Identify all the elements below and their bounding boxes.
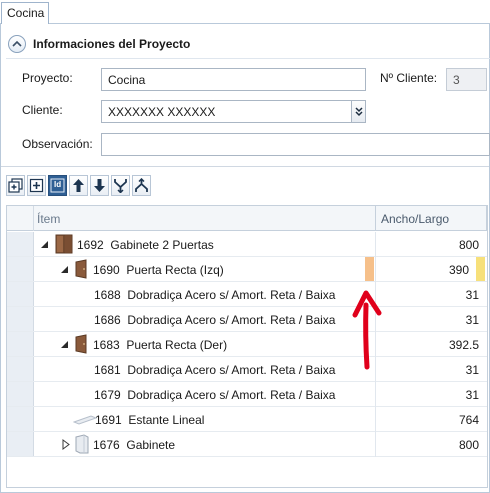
merge-icon bbox=[114, 179, 127, 193]
cell-divider bbox=[375, 407, 376, 432]
cell-divider bbox=[375, 257, 376, 282]
table-row[interactable]: 1690 Puerta Recta (Izq) 390 bbox=[7, 257, 487, 282]
row-size-value: 31 bbox=[465, 388, 479, 402]
cell-divider bbox=[375, 432, 376, 457]
merge-button[interactable] bbox=[111, 175, 130, 196]
split-button[interactable] bbox=[132, 175, 151, 196]
arrow-up-icon bbox=[73, 179, 84, 192]
row-selector-cell[interactable] bbox=[7, 432, 34, 456]
collapse-row-icon[interactable] bbox=[61, 266, 68, 273]
table-row[interactable]: 1681 Dobradiça Acero s/ Amort. Reta / Ba… bbox=[7, 357, 487, 382]
row-selector-cell[interactable] bbox=[7, 232, 34, 256]
toolbar-divider bbox=[1, 166, 489, 167]
proyecto-field[interactable]: Cocina bbox=[101, 68, 366, 91]
id-toolbar-label: Id bbox=[54, 180, 62, 189]
row-size-value: 764 bbox=[458, 413, 479, 427]
column-separator[interactable] bbox=[486, 206, 487, 231]
table-row[interactable]: 1688 Dobradiça Acero s/ Amort. Reta / Ba… bbox=[7, 282, 487, 307]
chevron-up-icon bbox=[12, 40, 22, 47]
row-selector-cell[interactable] bbox=[7, 407, 34, 431]
grid-header: Ítem Ancho/Largo bbox=[7, 206, 487, 231]
table-row[interactable]: 1692 Gabinete 2 Puertas 800 bbox=[7, 232, 487, 257]
expand-all-button[interactable] bbox=[6, 175, 25, 196]
row-selector-cell[interactable] bbox=[7, 332, 34, 356]
column-header-size[interactable]: Ancho/Largo bbox=[381, 212, 449, 226]
collapse-row-icon[interactable] bbox=[41, 241, 48, 248]
column-separator[interactable] bbox=[375, 206, 376, 231]
tree-toolbar bbox=[6, 175, 151, 197]
row-size-value: 390 bbox=[448, 263, 469, 277]
row-label: 1683 Puerta Recta (Der) bbox=[93, 338, 228, 352]
row-selector-cell[interactable] bbox=[7, 357, 34, 381]
door-icon bbox=[75, 334, 89, 357]
cabinet-icon bbox=[75, 434, 89, 457]
section-title: Informaciones del Proyecto bbox=[33, 37, 191, 51]
observacion-label: Observación: bbox=[22, 137, 93, 151]
add-button[interactable] bbox=[27, 175, 46, 196]
arrow-down-icon bbox=[94, 179, 105, 192]
header-selector-cell bbox=[7, 206, 34, 231]
row-size-value: 31 bbox=[465, 313, 479, 327]
split-icon bbox=[135, 178, 148, 192]
row-label: 1676 Gabinete bbox=[93, 438, 176, 452]
tab-strip: Cocina bbox=[0, 0, 490, 24]
row-size-value: 800 bbox=[458, 438, 479, 452]
n-cliente-label: Nº Cliente: bbox=[380, 71, 438, 85]
orange-status-marker bbox=[365, 257, 374, 281]
cliente-dropdown[interactable]: XXXXXXX XXXXXX bbox=[101, 100, 366, 123]
add-icon bbox=[29, 178, 44, 193]
table-row[interactable]: 1683 Puerta Recta (Der) 392.5 bbox=[7, 332, 487, 357]
table-row[interactable]: 1691 Estante Lineal 764 bbox=[7, 407, 487, 432]
table-row[interactable]: 1679 Dobradiça Acero s/ Amort. Reta / Ba… bbox=[7, 382, 487, 407]
chevron-double-down-icon bbox=[354, 106, 363, 116]
expand-row-icon[interactable] bbox=[62, 439, 70, 450]
row-label: 1688 Dobradiça Acero s/ Amort. Reta / Ba… bbox=[94, 288, 336, 302]
collapse-section-button[interactable] bbox=[8, 35, 26, 53]
section-divider bbox=[6, 58, 490, 59]
cliente-dropdown-button[interactable] bbox=[351, 101, 365, 122]
column-header-item[interactable]: Ítem bbox=[37, 212, 60, 226]
tab-cocina[interactable]: Cocina bbox=[1, 2, 49, 24]
row-selector-cell[interactable] bbox=[7, 307, 34, 331]
shelf-icon bbox=[72, 414, 98, 429]
table-row[interactable]: 1676 Gabinete 800 bbox=[7, 432, 487, 457]
tab-label: Cocina bbox=[7, 6, 45, 20]
n-cliente-field: 3 bbox=[446, 68, 487, 91]
door-icon bbox=[75, 259, 89, 282]
table-row[interactable]: 1686 Dobradiça Acero s/ Amort. Reta / Ba… bbox=[7, 307, 487, 332]
proyecto-label: Proyecto: bbox=[22, 71, 73, 85]
row-size-value: 800 bbox=[458, 238, 479, 252]
row-label: 1692 Gabinete 2 Puertas bbox=[77, 238, 214, 252]
row-selector-cell[interactable] bbox=[7, 257, 34, 281]
move-up-button[interactable] bbox=[69, 175, 88, 196]
row-label: 1690 Puerta Recta (Izq) bbox=[93, 263, 224, 277]
section-header: Informaciones del Proyecto bbox=[8, 34, 190, 54]
row-label: 1681 Dobradiça Acero s/ Amort. Reta / Ba… bbox=[94, 363, 336, 377]
row-label: 1679 Dobradiça Acero s/ Amort. Reta / Ba… bbox=[94, 388, 336, 402]
item-tree-grid: Ítem Ancho/Largo 1692 Gabinete 2 Puertas… bbox=[6, 205, 488, 488]
move-down-button[interactable] bbox=[90, 175, 109, 196]
row-size-value: 31 bbox=[465, 363, 479, 377]
cabinet-double-door-icon bbox=[55, 234, 73, 257]
row-size-value: 392.5 bbox=[448, 338, 479, 352]
cell-divider bbox=[375, 232, 376, 257]
expand-all-icon bbox=[8, 178, 23, 193]
yellow-status-marker bbox=[476, 257, 485, 281]
row-label: 1691 Estante Lineal bbox=[95, 413, 205, 427]
cliente-label: Cliente: bbox=[22, 103, 63, 117]
row-size-value: 31 bbox=[465, 288, 479, 302]
row-label: 1686 Dobradiça Acero s/ Amort. Reta / Ba… bbox=[94, 313, 336, 327]
observacion-field[interactable] bbox=[101, 133, 490, 156]
collapse-row-icon[interactable] bbox=[61, 341, 68, 348]
row-selector-cell[interactable] bbox=[7, 282, 34, 306]
cell-divider bbox=[375, 382, 376, 407]
red-arrow-up-icon bbox=[352, 290, 382, 370]
row-selector-cell[interactable] bbox=[7, 382, 34, 406]
